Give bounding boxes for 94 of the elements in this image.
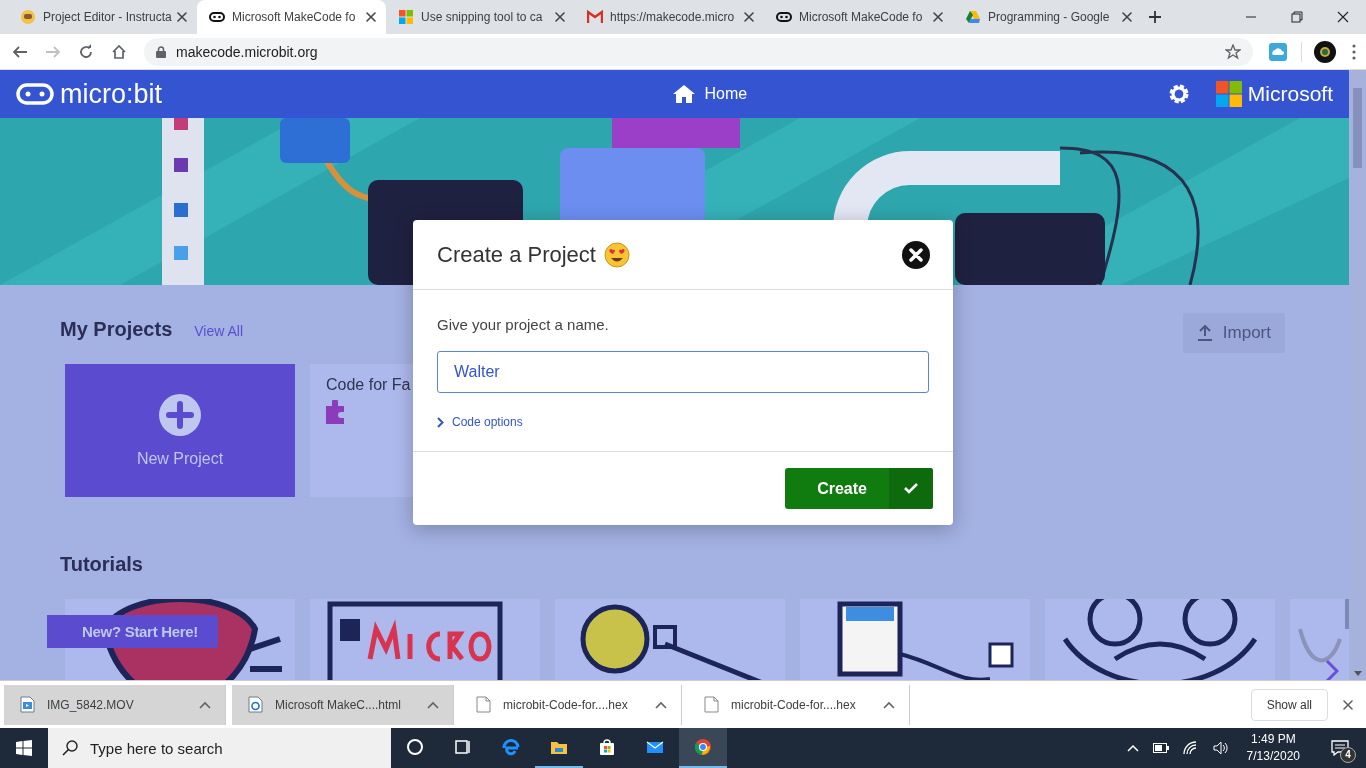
speaker-icon[interactable]	[1212, 741, 1229, 755]
url-text: makecode.microbit.org	[176, 43, 319, 60]
menu-icon[interactable]	[1352, 43, 1356, 60]
browser-icon	[502, 738, 520, 756]
notification-badge: 4	[1340, 747, 1356, 763]
clock-time: 1:49 PM	[1250, 731, 1296, 748]
scroll-thumb[interactable]	[1353, 88, 1362, 168]
close-icon[interactable]	[365, 11, 377, 23]
download-item[interactable]: microbit-Code-for....hex	[688, 684, 910, 725]
four-squares-logo-icon	[1215, 81, 1242, 107]
file-name: Microsoft MakeC....html	[275, 697, 403, 712]
settings-icon[interactable]	[1167, 83, 1190, 105]
tab-title: Microsoft MakeCode fo	[799, 10, 924, 24]
favicon-icon	[20, 9, 36, 25]
windows-logo-icon	[16, 740, 32, 756]
download-item[interactable]: Microsoft MakeC....html	[232, 684, 454, 725]
file-name: microbit-Code-for....hex	[731, 697, 857, 712]
scrollbar[interactable]	[1349, 70, 1366, 680]
show-all-button[interactable]: Show all	[1250, 688, 1328, 721]
favicon-icon	[776, 9, 792, 25]
search-placeholder: Type here to search	[90, 739, 224, 757]
close-icon[interactable]	[1121, 11, 1133, 23]
new-project-card[interactable]: New Project	[65, 364, 295, 497]
plus-circle-icon	[159, 393, 201, 436]
home-label: Home	[704, 85, 748, 103]
code-options-link[interactable]: Code options	[437, 415, 523, 429]
dialog-title: Create a Project	[437, 241, 596, 268]
download-item[interactable]: IMG_5842.MOV	[4, 684, 226, 725]
close-icon[interactable]	[1342, 698, 1354, 711]
notification-icon[interactable]	[1331, 740, 1349, 756]
favicon-icon	[209, 9, 225, 25]
home-icon[interactable]	[111, 43, 127, 60]
chevron-right-icon	[437, 416, 444, 428]
close-icon[interactable]	[176, 11, 188, 23]
clock[interactable]: 1:49 PM 7/13/2020	[1246, 731, 1300, 765]
home-link[interactable]: Home	[666, 79, 754, 109]
close-icon[interactable]	[743, 11, 755, 23]
create-button[interactable]: Create	[785, 468, 933, 509]
scroll-down-icon[interactable]	[1353, 671, 1362, 676]
board-logo-icon[interactable]	[16, 83, 54, 105]
search-field[interactable]: Type here to search	[48, 728, 391, 768]
puzzle-piece-icon	[326, 400, 344, 424]
video-file-icon	[20, 696, 35, 713]
file-icon	[704, 696, 719, 713]
back-icon[interactable]	[12, 43, 28, 60]
reload-icon[interactable]	[78, 43, 94, 60]
home-icon	[672, 85, 695, 103]
lock-icon	[156, 45, 166, 58]
battery-icon[interactable]	[1152, 743, 1169, 753]
close-icon[interactable]	[554, 11, 566, 23]
search-icon	[62, 740, 78, 756]
close-icon[interactable]	[932, 11, 944, 23]
browser-tab[interactable]: Microsoft MakeCode fo	[197, 0, 386, 34]
favicon-icon	[398, 9, 414, 25]
tab-title: https://makecode.micro	[610, 10, 736, 24]
favicon-icon	[587, 9, 603, 25]
cloud-icon[interactable]	[1269, 42, 1287, 61]
dialog-prompt: Give your project a name.	[437, 316, 610, 333]
chevron-up-icon[interactable]	[655, 700, 667, 709]
wifi-icon[interactable]	[1182, 741, 1199, 755]
file-icon	[476, 696, 491, 713]
star-icon[interactable]	[1225, 43, 1241, 60]
tab-title: Use snipping tool to ca	[421, 10, 544, 24]
section-heading: My Projects	[60, 317, 173, 341]
tab-title: Microsoft MakeCode fo	[232, 10, 357, 24]
close-icon[interactable]	[901, 239, 931, 270]
web-file-icon	[248, 696, 263, 713]
brand-text: Microsoft	[1247, 82, 1333, 106]
checkmark-icon	[904, 483, 918, 494]
tab-title: Programming - Google	[988, 10, 1111, 24]
address-bar[interactable]: makecode.microbit.org	[144, 37, 1253, 66]
start-here-ribbon: New? Start Here!	[47, 615, 219, 648]
project-title: Code for Fa	[326, 376, 411, 394]
favicon-icon	[965, 9, 981, 25]
chevron-right-icon[interactable]	[1325, 659, 1339, 680]
name-field[interactable]: Walter	[437, 351, 929, 393]
task-view-icon	[454, 738, 472, 756]
close-icon[interactable]	[1337, 11, 1349, 23]
circle-icon	[406, 738, 424, 756]
file-name: IMG_5842.MOV	[47, 697, 135, 712]
new-tab-icon[interactable]	[1148, 10, 1162, 24]
profile-avatar-icon[interactable]	[1314, 40, 1336, 63]
download-item[interactable]: microbit-Code-for....hex	[460, 684, 682, 725]
clock-date: 7/13/2020	[1246, 748, 1300, 765]
site-logo-text[interactable]: micro:bit	[60, 78, 162, 110]
card-label: New Project	[136, 449, 224, 468]
file-name: microbit-Code-for....hex	[503, 697, 629, 712]
section-heading: Tutorials	[60, 553, 144, 576]
upload-icon	[1196, 325, 1213, 341]
chevron-up-icon[interactable]	[883, 700, 895, 709]
round-logo-icon	[694, 738, 712, 756]
restore-icon[interactable]	[1291, 11, 1303, 23]
heart-eyes-emoji-icon	[603, 241, 630, 268]
shopping-bag-icon	[598, 738, 616, 756]
